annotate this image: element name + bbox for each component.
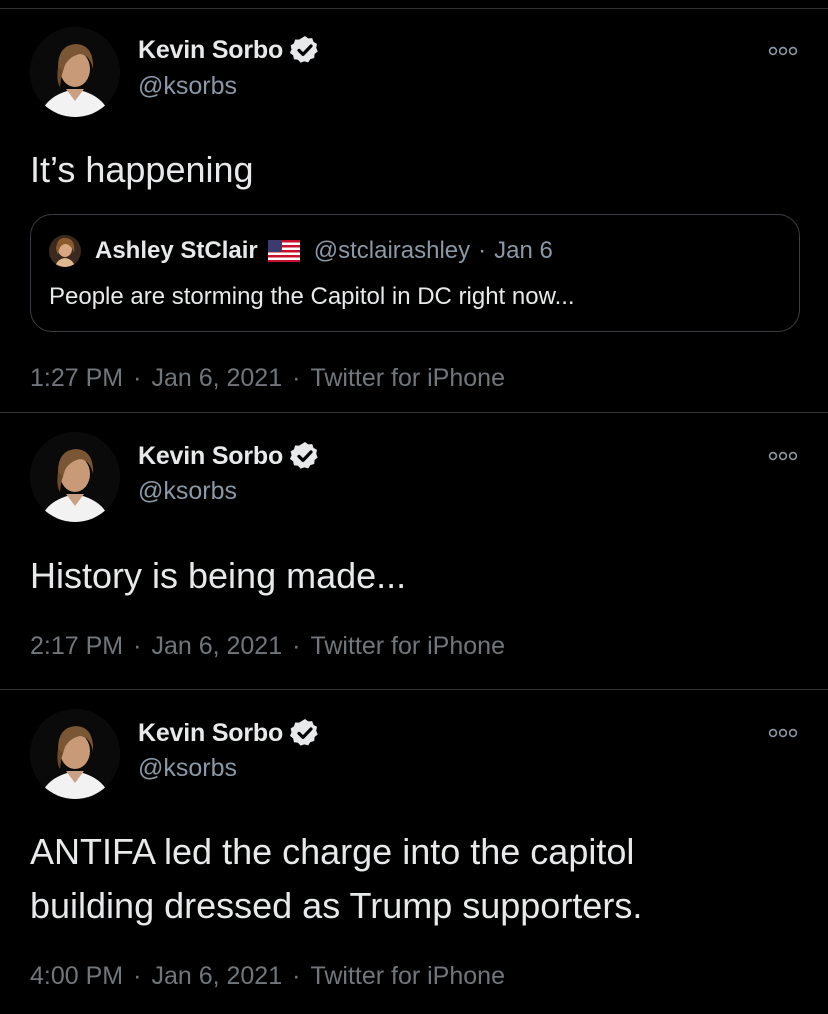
tweet-1[interactable]: Kevin Sorbo @ksorbs It’s happening Ashle… xyxy=(0,0,828,412)
quote-header: Ashley StClair @stclairashley · Jan 6 xyxy=(95,237,553,265)
meta-separator: · xyxy=(133,632,142,660)
author-handle[interactable]: @ksorbs xyxy=(138,477,237,506)
tweet-date[interactable]: Jan 6, 2021 xyxy=(151,364,282,392)
more-options-icon[interactable] xyxy=(768,449,798,463)
tweet-divider xyxy=(0,412,828,413)
quote-date: Jan 6 xyxy=(494,237,553,264)
tweet-time[interactable]: 4:00 PM xyxy=(30,962,123,990)
meta-separator: · xyxy=(292,364,301,392)
quote-author-handle: @stclairashley xyxy=(313,237,471,264)
author-handle[interactable]: @ksorbs xyxy=(138,754,237,783)
avatar[interactable] xyxy=(30,432,120,522)
tweet-source[interactable]: Twitter for iPhone xyxy=(310,364,505,392)
author-row: Kevin Sorbo xyxy=(138,717,321,749)
quote-separator: · xyxy=(478,237,487,264)
quote-author-name: Ashley StClair xyxy=(95,237,258,264)
author-row: Kevin Sorbo xyxy=(138,440,321,472)
author-name[interactable]: Kevin Sorbo xyxy=(138,36,283,65)
author-name[interactable]: Kevin Sorbo xyxy=(138,719,283,748)
tweet-divider xyxy=(0,689,828,690)
quote-text: People are storming the Capitol in DC ri… xyxy=(49,283,575,310)
tweet-meta: 1:27 PM · Jan 6, 2021 · Twitter for iPhone xyxy=(30,364,505,393)
tweet-date[interactable]: Jan 6, 2021 xyxy=(151,632,282,660)
quote-avatar xyxy=(49,235,81,267)
quoted-tweet[interactable]: Ashley StClair @stclairashley · Jan 6 Pe… xyxy=(30,214,800,332)
tweet-text-line-2: building dressed as Trump supporters. xyxy=(30,885,643,926)
tweet-text: History is being made... xyxy=(30,555,407,596)
meta-separator: · xyxy=(133,962,142,990)
us-flag-icon xyxy=(267,240,300,262)
meta-separator: · xyxy=(292,632,301,660)
tweet-text-line-1: ANTIFA led the charge into the capitol xyxy=(30,831,635,872)
avatar[interactable] xyxy=(30,27,120,117)
verified-badge-icon xyxy=(289,34,321,66)
more-options-icon[interactable] xyxy=(768,44,798,58)
verified-badge-icon xyxy=(289,717,321,749)
tweet-source[interactable]: Twitter for iPhone xyxy=(310,962,505,990)
meta-separator: · xyxy=(292,962,301,990)
author-row: Kevin Sorbo xyxy=(138,34,321,66)
meta-separator: · xyxy=(133,364,142,392)
author-name[interactable]: Kevin Sorbo xyxy=(138,442,283,471)
verified-badge-icon xyxy=(289,440,321,472)
more-options-icon[interactable] xyxy=(768,726,798,740)
tweet-source[interactable]: Twitter for iPhone xyxy=(310,632,505,660)
tweet-date[interactable]: Jan 6, 2021 xyxy=(151,962,282,990)
tweet-time[interactable]: 2:17 PM xyxy=(30,632,123,660)
tweet-text: It’s happening xyxy=(30,149,254,190)
tweet-time[interactable]: 1:27 PM xyxy=(30,364,123,392)
tweet-meta: 4:00 PM · Jan 6, 2021 · Twitter for iPhone xyxy=(30,962,505,991)
author-handle[interactable]: @ksorbs xyxy=(138,72,237,101)
tweet-meta: 2:17 PM · Jan 6, 2021 · Twitter for iPhone xyxy=(30,632,505,661)
avatar[interactable] xyxy=(30,709,120,799)
